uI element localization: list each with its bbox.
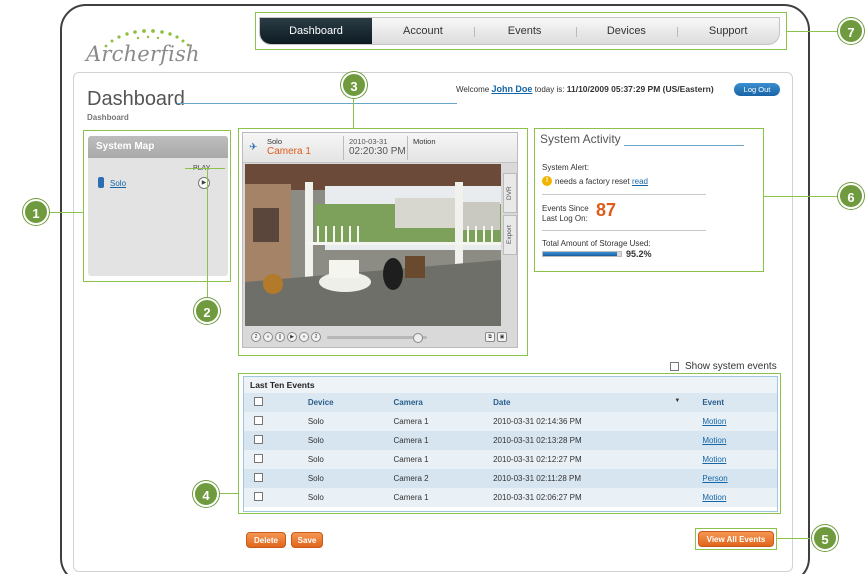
callout-4-badge: 4 [193, 481, 219, 507]
callout-6-badge: 6 [838, 183, 864, 209]
show-system-events-checkbox[interactable] [670, 362, 679, 371]
callout-3-badge: 3 [341, 72, 367, 98]
show-system-events-toggle[interactable]: Show system events [670, 361, 777, 372]
current-datetime: 11/10/2009 05:37:29 PM (US/Eastern) [566, 84, 714, 94]
callout-box-video [238, 128, 528, 356]
callout-line [207, 168, 208, 298]
show-system-events-label: Show system events [685, 361, 777, 372]
callout-line [777, 538, 810, 539]
user-link[interactable]: John Doe [491, 84, 532, 94]
welcome-prefix: Welcome [456, 85, 490, 94]
callout-box-system-map [83, 130, 231, 282]
callout-line [764, 196, 838, 197]
callout-line [353, 96, 354, 128]
title-divider [177, 103, 457, 104]
callout-box-events [238, 373, 781, 514]
callout-box-activity [534, 128, 764, 272]
archerfish-logo[interactable]: Archerfish [86, 26, 200, 66]
callout-2-badge: 2 [194, 298, 220, 324]
page-title: Dashboard [87, 88, 185, 110]
callout-1-badge: 1 [23, 199, 49, 225]
callout-box-nav [255, 12, 787, 50]
logo-text: Archerfish [86, 42, 200, 66]
callout-5-badge: 5 [812, 525, 838, 551]
logout-button[interactable]: Log Out [734, 83, 780, 96]
callout-line [787, 31, 838, 32]
welcome-bar: Welcome John Doe today is: 11/10/2009 05… [456, 84, 714, 94]
callout-7-badge: 7 [838, 18, 864, 44]
save-button[interactable]: Save [291, 532, 323, 548]
callout-line [185, 168, 225, 169]
today-label: today is: [534, 85, 565, 94]
callout-box-view-all [695, 528, 777, 550]
delete-button[interactable]: Delete [246, 532, 286, 548]
breadcrumb: Dashboard [87, 113, 129, 122]
callout-line [220, 493, 238, 494]
